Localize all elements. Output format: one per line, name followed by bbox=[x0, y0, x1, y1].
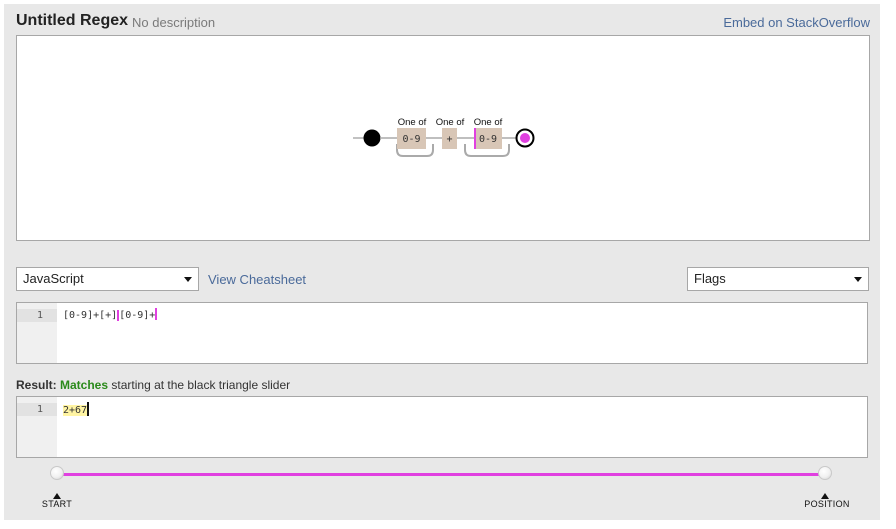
flags-value: Flags bbox=[694, 271, 726, 286]
result-label: Result: bbox=[16, 378, 57, 392]
railroad-svg: One of One of One of 0-9 + 0-9 bbox=[353, 117, 535, 157]
cheatsheet-link[interactable]: View Cheatsheet bbox=[208, 272, 306, 287]
token-text-1: 0-9 bbox=[402, 134, 420, 145]
embed-link[interactable]: Embed on StackOverflow bbox=[723, 15, 870, 30]
text-cursor bbox=[87, 402, 90, 416]
result-status: Matches bbox=[60, 378, 109, 392]
slider-end-label: POSITION bbox=[804, 499, 850, 509]
slider-start-label: START bbox=[41, 499, 73, 509]
chevron-down-icon bbox=[184, 277, 192, 282]
token-highlight-bar bbox=[474, 128, 476, 149]
result-message: starting at the black triangle slider bbox=[111, 378, 291, 392]
slider-range bbox=[57, 473, 825, 476]
start-node-icon bbox=[363, 129, 381, 147]
slider-end-knob[interactable] bbox=[818, 466, 832, 480]
line-gutter: 1 bbox=[17, 303, 57, 363]
regex-part-1: [0-9]+[+] bbox=[63, 310, 118, 321]
slider-start-knob[interactable] bbox=[50, 466, 64, 480]
regex-code[interactable]: [0-9]+[+] [0-9]+ bbox=[63, 308, 158, 323]
line-number: 1 bbox=[17, 309, 57, 322]
token-text-2: + bbox=[446, 134, 452, 145]
flags-select[interactable]: Flags bbox=[687, 267, 869, 291]
token-text-3: 0-9 bbox=[479, 134, 497, 145]
group-label-1: One of bbox=[398, 117, 427, 128]
regex-end-marker bbox=[155, 308, 158, 320]
result-line: Result: Matches starting at the black tr… bbox=[16, 378, 290, 392]
end-node-dot-icon bbox=[520, 133, 530, 143]
regex-diagram: One of One of One of 0-9 + 0-9 bbox=[16, 35, 870, 241]
test-match-text: 2+67 bbox=[63, 405, 88, 416]
flavor-value: JavaScript bbox=[23, 271, 84, 286]
line-gutter: 1 bbox=[17, 397, 57, 457]
flavor-select[interactable]: JavaScript bbox=[16, 267, 199, 291]
chevron-down-icon bbox=[854, 277, 862, 282]
group-label-2: One of bbox=[436, 117, 465, 128]
page-title[interactable]: Untitled Regex bbox=[16, 12, 128, 30]
group-label-3: One of bbox=[474, 117, 503, 128]
regex-part-2: [0-9]+ bbox=[117, 310, 156, 321]
slider-track[interactable] bbox=[57, 473, 825, 476]
test-code[interactable]: 2+67 bbox=[63, 402, 90, 418]
regex-editor[interactable]: 1 [0-9]+[+] [0-9]+ bbox=[16, 302, 868, 364]
test-editor[interactable]: 1 2+67 bbox=[16, 396, 868, 458]
line-number: 1 bbox=[17, 403, 57, 416]
description[interactable]: No description bbox=[132, 15, 215, 30]
